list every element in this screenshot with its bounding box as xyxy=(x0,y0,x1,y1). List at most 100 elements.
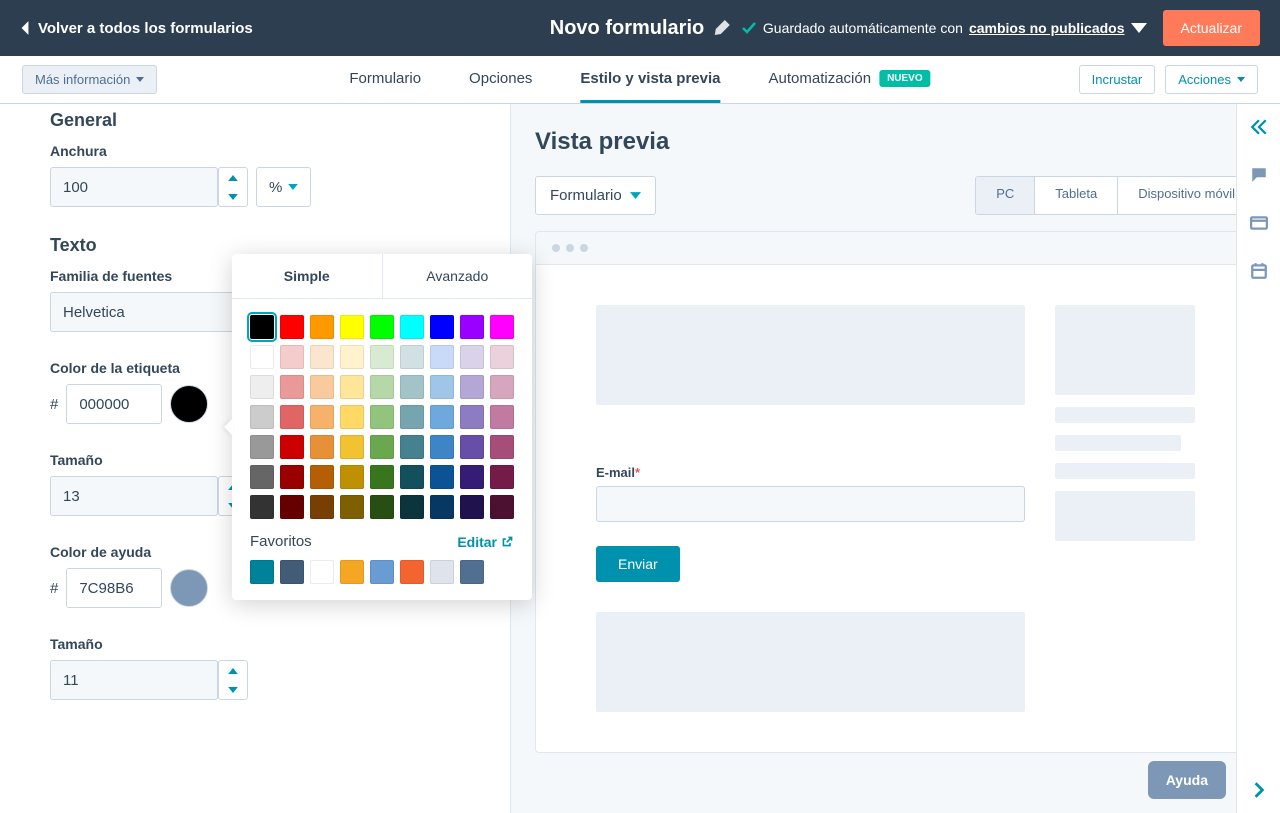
color-swatch[interactable] xyxy=(280,495,304,519)
color-swatch[interactable] xyxy=(430,465,454,489)
color-swatch[interactable] xyxy=(250,345,274,369)
favorite-swatch[interactable] xyxy=(400,560,424,584)
color-swatch[interactable] xyxy=(250,495,274,519)
spinner-down[interactable] xyxy=(219,680,247,699)
color-swatch[interactable] xyxy=(340,495,364,519)
color-swatch[interactable] xyxy=(400,495,424,519)
color-swatch[interactable] xyxy=(310,465,334,489)
color-swatch[interactable] xyxy=(340,315,364,339)
back-link[interactable]: Volver a todos los formularios xyxy=(20,20,253,37)
form-dropdown[interactable]: Formulario xyxy=(535,176,656,215)
incrustar-button[interactable]: Incrustar xyxy=(1079,65,1156,94)
save-status[interactable]: Guardado automáticamente con cambios no … xyxy=(741,20,1147,36)
color-swatch[interactable] xyxy=(310,375,334,399)
spinner-up[interactable] xyxy=(219,168,247,187)
color-swatch[interactable] xyxy=(490,375,514,399)
popover-tab-simple[interactable]: Simple xyxy=(232,254,383,298)
hex-ayuda-input[interactable] xyxy=(66,568,162,608)
swatch-etiqueta[interactable] xyxy=(170,385,208,423)
calendar-icon[interactable] xyxy=(1250,262,1268,280)
color-swatch[interactable] xyxy=(370,435,394,459)
color-swatch[interactable] xyxy=(400,405,424,429)
color-swatch[interactable] xyxy=(310,495,334,519)
color-swatch[interactable] xyxy=(400,315,424,339)
color-swatch[interactable] xyxy=(250,375,274,399)
color-swatch[interactable] xyxy=(400,435,424,459)
color-swatch[interactable] xyxy=(250,435,274,459)
comment-icon[interactable] xyxy=(1250,166,1268,184)
color-swatch[interactable] xyxy=(400,345,424,369)
color-swatch[interactable] xyxy=(370,495,394,519)
color-swatch[interactable] xyxy=(340,375,364,399)
color-swatch[interactable] xyxy=(430,435,454,459)
favorite-swatch[interactable] xyxy=(370,560,394,584)
swatch-ayuda[interactable] xyxy=(170,569,208,607)
color-swatch[interactable] xyxy=(250,405,274,429)
pencil-icon[interactable] xyxy=(714,20,730,36)
favorite-swatch[interactable] xyxy=(460,560,484,584)
color-swatch[interactable] xyxy=(280,315,304,339)
color-swatch[interactable] xyxy=(490,345,514,369)
tab-opciones[interactable]: Opciones xyxy=(469,56,532,103)
color-swatch[interactable] xyxy=(430,405,454,429)
device-tableta[interactable]: Tableta xyxy=(1035,177,1118,214)
color-swatch[interactable] xyxy=(460,465,484,489)
collapse-icon[interactable] xyxy=(1250,118,1268,136)
help-button[interactable]: Ayuda xyxy=(1148,761,1226,799)
unit-select[interactable]: % xyxy=(256,167,311,207)
tamano1-input[interactable] xyxy=(50,476,218,516)
favorite-swatch[interactable] xyxy=(280,560,304,584)
color-swatch[interactable] xyxy=(370,375,394,399)
color-swatch[interactable] xyxy=(250,315,274,339)
hex-etiqueta-input[interactable] xyxy=(66,384,162,424)
color-swatch[interactable] xyxy=(340,405,364,429)
window-icon[interactable] xyxy=(1250,214,1268,232)
favorite-swatch[interactable] xyxy=(340,560,364,584)
spinner-down[interactable] xyxy=(219,187,247,206)
device-movil[interactable]: Dispositivo móvil xyxy=(1118,177,1255,214)
color-swatch[interactable] xyxy=(370,405,394,429)
favorite-swatch[interactable] xyxy=(430,560,454,584)
anchura-input[interactable] xyxy=(50,167,218,207)
enviar-button[interactable]: Enviar xyxy=(596,546,680,582)
color-swatch[interactable] xyxy=(280,375,304,399)
favorite-swatch[interactable] xyxy=(310,560,334,584)
color-swatch[interactable] xyxy=(370,345,394,369)
actualizar-button[interactable]: Actualizar xyxy=(1163,10,1260,46)
edit-favorites-link[interactable]: Editar xyxy=(457,534,514,550)
email-input-preview[interactable] xyxy=(596,486,1025,522)
tab-automatizacion[interactable]: Automatización NUEVO xyxy=(769,56,931,103)
color-swatch[interactable] xyxy=(490,315,514,339)
device-pc[interactable]: PC xyxy=(976,177,1035,214)
color-swatch[interactable] xyxy=(280,345,304,369)
tamano2-input[interactable] xyxy=(50,660,218,700)
expand-icon[interactable] xyxy=(1250,781,1268,799)
color-swatch[interactable] xyxy=(310,435,334,459)
acciones-button[interactable]: Acciones xyxy=(1165,65,1258,94)
tab-formulario[interactable]: Formulario xyxy=(349,56,421,103)
color-swatch[interactable] xyxy=(490,465,514,489)
color-swatch[interactable] xyxy=(250,465,274,489)
color-swatch[interactable] xyxy=(400,465,424,489)
color-swatch[interactable] xyxy=(430,345,454,369)
color-swatch[interactable] xyxy=(430,315,454,339)
tab-estilo[interactable]: Estilo y vista previa xyxy=(580,56,720,103)
mas-info-button[interactable]: Más información xyxy=(22,65,157,94)
color-swatch[interactable] xyxy=(310,345,334,369)
color-swatch[interactable] xyxy=(460,495,484,519)
color-swatch[interactable] xyxy=(460,435,484,459)
color-swatch[interactable] xyxy=(340,465,364,489)
color-swatch[interactable] xyxy=(310,315,334,339)
color-swatch[interactable] xyxy=(370,315,394,339)
color-swatch[interactable] xyxy=(340,345,364,369)
color-swatch[interactable] xyxy=(490,405,514,429)
color-swatch[interactable] xyxy=(460,345,484,369)
spinner-up[interactable] xyxy=(219,661,247,680)
popover-tab-avanzado[interactable]: Avanzado xyxy=(383,254,533,298)
color-swatch[interactable] xyxy=(310,405,334,429)
color-swatch[interactable] xyxy=(430,495,454,519)
color-swatch[interactable] xyxy=(400,375,424,399)
color-swatch[interactable] xyxy=(340,435,364,459)
favorite-swatch[interactable] xyxy=(250,560,274,584)
color-swatch[interactable] xyxy=(490,435,514,459)
